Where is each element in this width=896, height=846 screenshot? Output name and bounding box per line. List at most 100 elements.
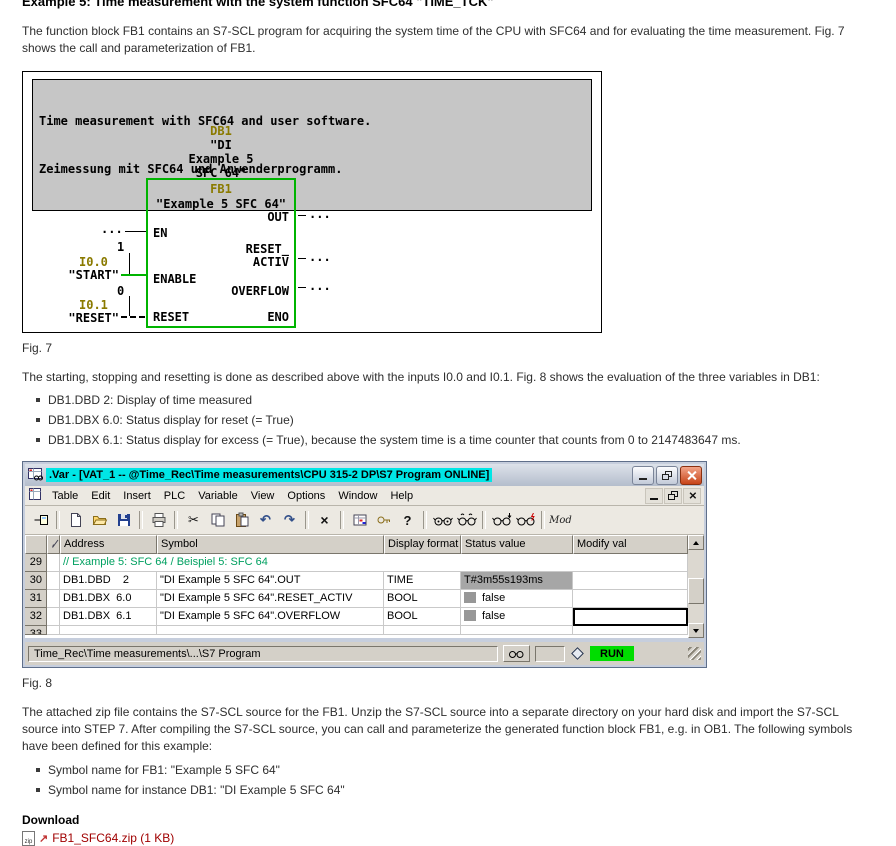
statusbar-path: Time_Rec\Time measurements\...\S7 Progra… (28, 646, 498, 662)
undo-icon: ↶ (260, 512, 271, 528)
display-format-cell[interactable]: BOOL (384, 608, 461, 626)
monitor-status-button[interactable] (503, 645, 530, 662)
print-button[interactable] (147, 509, 170, 531)
comment-cell[interactable]: // Example 5: SFC 64 / Beispiel 5: SFC 6… (60, 554, 688, 572)
menu-variable[interactable]: Variable (192, 489, 244, 503)
menu-options[interactable]: Options (281, 489, 331, 503)
toolbar-separator (305, 511, 309, 529)
monitor-button[interactable] (455, 509, 478, 531)
db-label: DB1 (146, 124, 296, 138)
copy-button[interactable] (206, 509, 229, 531)
display-format-cell[interactable]: TIME (384, 572, 461, 590)
modify-value-cell[interactable] (573, 572, 688, 590)
modify-button[interactable] (514, 509, 537, 531)
download-link[interactable]: FB1_SFC64.zip (1 KB) (52, 831, 174, 845)
open-button[interactable] (88, 509, 111, 531)
cut-button[interactable]: ✂ (182, 509, 205, 531)
figure-8-vat-window: .Var - [VAT_1 -- @Time_Rec\Time measurem… (22, 461, 707, 668)
menu-plc[interactable]: PLC (158, 489, 191, 503)
row-number[interactable]: 31 (25, 590, 47, 608)
table-row: 29 // Example 5: SFC 64 / Beispiel 5: SF… (25, 554, 688, 572)
address-cell[interactable] (60, 626, 157, 635)
row-number[interactable]: 33 (25, 626, 47, 635)
delete-button[interactable]: × (313, 509, 336, 531)
mdi-close-button[interactable] (683, 488, 701, 504)
menu-insert[interactable]: Insert (117, 489, 157, 503)
status-value-column-header[interactable]: Status value (461, 535, 573, 554)
modify-value-cell[interactable] (573, 590, 688, 608)
row-number[interactable]: 30 (25, 572, 47, 590)
symbol-cell[interactable]: "DI Example 5 SFC 64".RESET_ACTIV (157, 590, 384, 608)
status-value-cell[interactable]: T#3m55s193ms (461, 572, 573, 590)
close-button[interactable] (680, 466, 702, 485)
symbol-column-header[interactable]: Symbol (157, 535, 384, 554)
display-format-cell[interactable] (384, 626, 461, 635)
scroll-up-button[interactable] (688, 535, 704, 550)
script-button[interactable]: Mod (549, 509, 572, 531)
pin-en: EN (153, 226, 167, 240)
reset-activ-open-dots: ... (309, 250, 331, 264)
symbol-cell[interactable]: "DI Example 5 SFC 64".OVERFLOW (157, 608, 384, 626)
app-icon (27, 466, 43, 485)
out-open-dots: ... (309, 207, 331, 221)
new-button[interactable] (64, 509, 87, 531)
status-value-cell[interactable] (461, 626, 573, 635)
help-button[interactable]: ? (396, 509, 419, 531)
fig7-caption: Fig. 7 (22, 341, 870, 355)
download-row: zip ↗ FB1_SFC64.zip (1 KB) (22, 831, 870, 846)
scrollbar-thumb[interactable] (688, 578, 704, 604)
menu-table[interactable]: Table (46, 489, 84, 503)
menu-window[interactable]: Window (332, 489, 383, 503)
symbol-cell[interactable] (157, 626, 384, 635)
address-cell[interactable]: DB1.DBD 2 (60, 572, 157, 590)
trigger-button[interactable] (348, 509, 371, 531)
key-button[interactable] (372, 509, 395, 531)
address-cell[interactable]: DB1.DBX 6.0 (60, 590, 157, 608)
address-cell[interactable]: DB1.DBX 6.1 (60, 608, 157, 626)
row-number[interactable]: 29 (25, 554, 47, 572)
address-column-header[interactable]: Address (60, 535, 157, 554)
restore-button[interactable] (656, 466, 678, 485)
cpu-run-indicator: RUN (590, 646, 634, 661)
save-button[interactable] (112, 509, 135, 531)
intro-paragraph: The function block FB1 contains an S7-SC… (22, 23, 867, 57)
mdi-restore-button[interactable] (664, 488, 682, 504)
menu-edit[interactable]: Edit (85, 489, 116, 503)
status-value-cell[interactable]: false (461, 590, 573, 608)
marker-cell[interactable] (47, 554, 60, 572)
status-value-cell[interactable]: false (461, 608, 573, 626)
modify-value-cell[interactable] (573, 626, 688, 635)
scrollbar-track[interactable] (688, 550, 704, 623)
row-number[interactable]: 32 (25, 608, 47, 626)
pin-button[interactable] (29, 509, 52, 531)
monitor-once-button[interactable] (431, 509, 454, 531)
menu-help[interactable]: Help (384, 489, 419, 503)
activate-modify-button[interactable] (490, 509, 513, 531)
marker-cell[interactable] (47, 608, 60, 626)
modify-value-cell-selected[interactable] (573, 608, 688, 626)
fig8-caption: Fig. 8 (22, 676, 870, 690)
vertical-scrollbar[interactable] (688, 535, 704, 638)
paste-button[interactable] (230, 509, 253, 531)
modify-value-column-header[interactable]: Modify val (573, 535, 688, 554)
marker-cell[interactable] (47, 626, 60, 635)
redo-button[interactable]: ↷ (278, 509, 301, 531)
arrow-up-icon (693, 541, 699, 545)
marker-cell[interactable] (47, 572, 60, 590)
symbol-cell[interactable]: "DI Example 5 SFC 64".OUT (157, 572, 384, 590)
undo-button[interactable]: ↶ (254, 509, 277, 531)
display-format-column-header[interactable]: Display format (384, 535, 461, 554)
display-format-cell[interactable]: BOOL (384, 590, 461, 608)
toolbar-separator (423, 511, 427, 529)
scroll-down-button[interactable] (688, 623, 704, 638)
mdi-minimize-button[interactable] (645, 488, 663, 504)
resize-grip[interactable] (688, 647, 701, 660)
overflow-wire (298, 287, 306, 288)
diagram-header: Time measurement with SFC64 and user sof… (32, 79, 592, 211)
menu-view[interactable]: View (245, 489, 281, 503)
monitor-glasses-icon (457, 513, 477, 527)
pin-reset: RESET (153, 310, 189, 324)
statusbar-field (535, 646, 565, 662)
marker-cell[interactable] (47, 590, 60, 608)
minimize-button[interactable] (632, 466, 654, 485)
